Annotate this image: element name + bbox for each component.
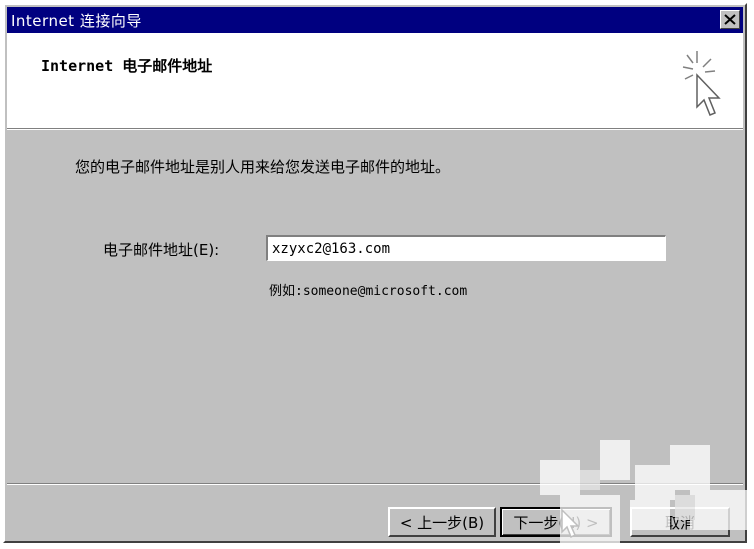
wizard-sparkle-cursor-icon xyxy=(682,51,721,116)
back-button[interactable]: < 上一步(B) xyxy=(388,507,496,537)
instruction-text: 您的电子邮件地址是别人用来给您发送电子邮件的地址。 xyxy=(75,158,451,176)
page-title: Internet 电子邮件地址 xyxy=(41,57,213,75)
footer-divider-highlight xyxy=(7,484,743,485)
email-field[interactable] xyxy=(266,235,666,261)
header-divider xyxy=(7,129,743,130)
close-icon xyxy=(724,14,736,25)
wizard-header: Internet 电子邮件地址 xyxy=(7,33,743,129)
wizard-window: Internet 连接向导 Internet 电子邮件地址 您的电子邮件地址是别… xyxy=(3,3,747,543)
email-label: 电子邮件地址(E): xyxy=(103,241,220,259)
example-text: 例如:someone@microsoft.com xyxy=(269,284,468,299)
title-bar[interactable]: Internet 连接向导 xyxy=(7,7,743,33)
close-button[interactable] xyxy=(720,10,740,29)
cancel-button[interactable]: 取消 xyxy=(630,507,730,537)
window-title: Internet 连接向导 xyxy=(11,11,142,30)
next-button[interactable]: 下一步(N) > xyxy=(500,507,612,537)
